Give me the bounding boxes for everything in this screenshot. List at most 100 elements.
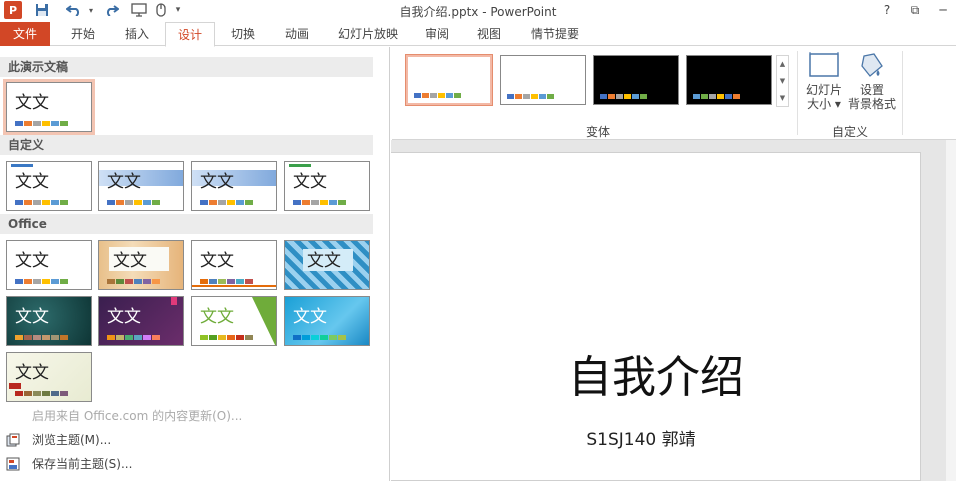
theme-swatches xyxy=(15,335,68,340)
variant-3[interactable] xyxy=(593,55,679,105)
minimize-button[interactable]: ─ xyxy=(930,0,956,20)
slide-workspace: 自我介绍 S1SJ140 郭靖 xyxy=(391,140,956,481)
theme-swatches xyxy=(15,200,68,205)
theme-facet[interactable]: 文文 xyxy=(191,296,277,346)
tab-design[interactable]: 设计 xyxy=(165,22,215,47)
save-theme-icon xyxy=(6,457,20,471)
theme-custom-1[interactable]: 文文 xyxy=(6,161,92,211)
slide-size-label-2: 大小 ▾ xyxy=(807,97,841,111)
theme-ion[interactable]: 文文 xyxy=(284,296,370,346)
slide-size-button[interactable]: 幻灯片 大小 ▾ xyxy=(802,52,846,111)
format-background-button[interactable]: 设置 背景格式 xyxy=(846,52,898,111)
theme-sample-text: 文文 xyxy=(107,172,141,192)
format-background-label-2: 背景格式 xyxy=(847,97,896,111)
tab-slideshow[interactable]: 幻灯片放映 xyxy=(328,22,408,46)
variant-swatches xyxy=(414,93,461,98)
theme-swatches xyxy=(200,279,253,284)
theme-sample-text: 文文 xyxy=(15,363,49,383)
slide-subtitle[interactable]: S1SJ140 郭靖 xyxy=(391,425,891,450)
theme-sample-text: 文文 xyxy=(15,251,49,271)
group-separator xyxy=(797,51,798,135)
theme-sample-text: 文文 xyxy=(307,251,341,271)
section-custom: 自定义 xyxy=(0,135,373,155)
save-theme-label: 保存当前主题(S)... xyxy=(32,457,133,471)
design-ribbon: ▲ ▼ ▼ 变体 幻灯片 大小 ▾ 设置 背景格式 自定义 xyxy=(392,47,956,140)
save-theme-item[interactable]: 保存当前主题(S)... xyxy=(0,453,385,475)
theme-berlin[interactable]: 文文 xyxy=(98,296,184,346)
ribbon-display-options-button[interactable]: ⧉ xyxy=(902,0,928,20)
variant-swatches xyxy=(600,94,647,99)
theme-sample-text: 文文 xyxy=(15,307,49,327)
tab-transitions[interactable]: 切换 xyxy=(218,22,268,46)
tab-view[interactable]: 视图 xyxy=(466,22,512,46)
theme-custom-3[interactable]: 文文 xyxy=(191,161,277,211)
tab-review[interactable]: 审阅 xyxy=(414,22,460,46)
browse-themes-label: 浏览主题(M)... xyxy=(32,433,112,447)
variant-gallery-scroll[interactable]: ▲ ▼ ▼ xyxy=(776,55,789,107)
variant-swatches xyxy=(693,94,740,99)
theme-sample-text: 文文 xyxy=(200,251,234,271)
accent-tab xyxy=(171,297,177,305)
facet-shape xyxy=(252,297,276,345)
scroll-down-icon[interactable]: ▼ xyxy=(780,77,785,85)
theme-sample-text: 文文 xyxy=(293,307,327,327)
tab-file[interactable]: 文件 xyxy=(0,22,50,46)
theme-custom-2[interactable]: 文文 xyxy=(98,161,184,211)
theme-pattern[interactable]: 文文 xyxy=(284,240,370,290)
theme-sample-text: 文文 xyxy=(15,93,49,113)
theme-dark-teal[interactable]: 文文 xyxy=(6,296,92,346)
enable-office-updates-label: 启用来自 Office.com 的内容更新(O)... xyxy=(32,409,243,423)
theme-sample-text: 文文 xyxy=(113,251,147,271)
theme-swatches xyxy=(107,279,160,284)
slide-title[interactable]: 自我介绍 xyxy=(391,341,921,405)
variant-1[interactable] xyxy=(405,54,493,106)
window-title: 自我介绍.pptx - PowerPoint xyxy=(399,5,557,19)
format-background-icon xyxy=(861,53,883,77)
workspace-scrollbar[interactable] xyxy=(946,140,956,481)
theme-swatches xyxy=(293,335,346,340)
accent-line xyxy=(192,285,276,287)
theme-swatches xyxy=(200,335,253,340)
theme-sample-text: 文文 xyxy=(15,172,49,192)
variants-group-label: 变体 xyxy=(586,125,611,139)
variant-swatches xyxy=(507,94,554,99)
theme-swatches xyxy=(107,335,160,340)
theme-gallery-dropdown: 此演示文稿 文文 自定义 文文 文文 文文 文文 Office 文文 文文 文文 xyxy=(0,47,390,481)
ribbon-tabs: 文件 开始 插入 设计 切换 动画 幻灯片放映 审阅 视图 情节提要 xyxy=(0,22,956,47)
theme-custom-4[interactable]: 文文 xyxy=(284,161,370,211)
theme-wood[interactable]: 文文 xyxy=(98,240,184,290)
theme-swatches xyxy=(15,391,68,396)
group-separator xyxy=(902,51,903,135)
theme-sample-text: 文文 xyxy=(200,172,234,192)
slide-size-icon xyxy=(809,52,839,77)
variant-2[interactable] xyxy=(500,55,586,105)
theme-retrospect[interactable]: 文文 xyxy=(191,240,277,290)
title-bar: P ▾ ▾ 自我介绍.pptx - PowerPoint ? ⧉ ─ xyxy=(0,0,956,22)
enable-office-updates-item: 启用来自 Office.com 的内容更新(O)... xyxy=(0,405,385,427)
theme-organic[interactable]: 文文 xyxy=(6,352,92,402)
tab-insert[interactable]: 插入 xyxy=(112,22,162,46)
theme-swatches xyxy=(15,279,68,284)
theme-swatches xyxy=(15,121,68,126)
variant-4[interactable] xyxy=(686,55,772,105)
theme-current[interactable]: 文文 xyxy=(3,79,95,135)
customize-group-label: 自定义 xyxy=(832,125,869,139)
ribbon-tag xyxy=(9,383,21,389)
section-this-presentation: 此演示文稿 xyxy=(0,57,373,77)
format-background-label-1: 设置 xyxy=(859,83,884,97)
theme-swatches xyxy=(107,200,160,205)
tab-animations[interactable]: 动画 xyxy=(272,22,322,46)
tab-home[interactable]: 开始 xyxy=(58,22,108,46)
browse-themes-item[interactable]: 浏览主题(M)... xyxy=(0,429,385,451)
slide-canvas[interactable]: 自我介绍 S1SJ140 郭靖 xyxy=(391,152,921,481)
scroll-up-icon[interactable]: ▲ xyxy=(780,60,785,68)
theme-swatches xyxy=(200,200,253,205)
theme-office[interactable]: 文文 xyxy=(6,240,92,290)
theme-sample-text: 文文 xyxy=(293,172,327,192)
browse-themes-icon xyxy=(6,433,20,447)
gallery-more-icon[interactable]: ▼ xyxy=(780,94,785,102)
help-button[interactable]: ? xyxy=(874,0,900,20)
theme-swatches xyxy=(293,200,346,205)
tab-storyboarding[interactable]: 情节提要 xyxy=(524,22,586,46)
slide-size-label-1: 幻灯片 xyxy=(805,83,842,97)
